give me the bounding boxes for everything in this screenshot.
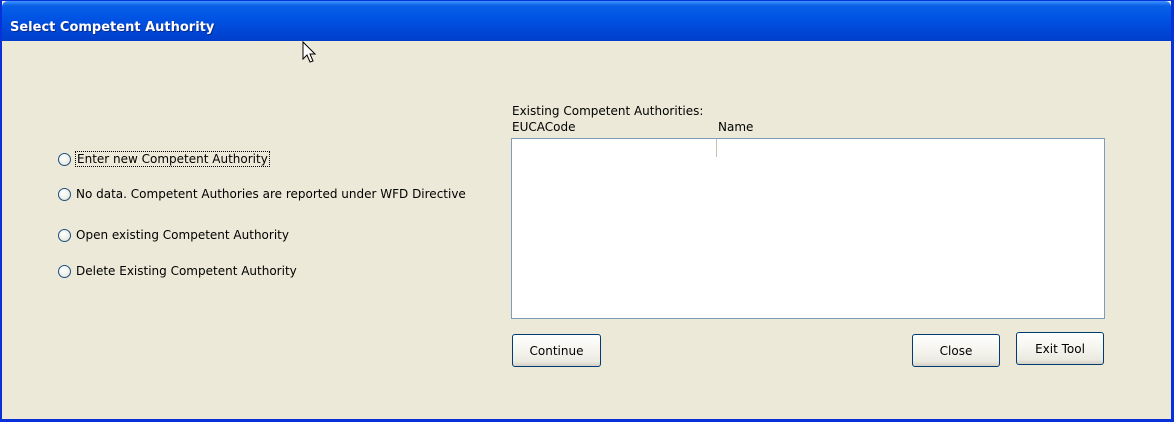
radio-no-data[interactable]: No data. Competent Authories are reporte… [58,187,466,201]
radio-label: Delete Existing Competent Authority [76,264,297,278]
mouse-pointer-icon [302,41,317,63]
list-heading: Existing Competent Authorities: [512,104,704,118]
title-bar[interactable]: Select Competent Authority [2,1,1171,41]
radio-label: Open existing Competent Authority [76,228,289,242]
radio-enter-new[interactable]: Enter new Competent Authority [58,151,270,167]
radio-open-existing[interactable]: Open existing Competent Authority [58,228,289,242]
radio-label: No data. Competent Authories are reporte… [76,187,466,201]
radio-button-icon[interactable] [58,264,71,278]
dialog-window: Select Competent Authority Enter new Com… [0,0,1174,422]
radio-button-icon[interactable] [58,152,71,166]
radio-button-icon[interactable] [58,187,71,201]
close-button[interactable]: Close [912,334,1000,367]
continue-button[interactable]: Continue [512,334,601,367]
window-title: Select Competent Authority [10,20,215,35]
radio-button-icon[interactable] [58,228,71,242]
authorities-list[interactable] [511,138,1105,319]
column-header-eucacode[interactable]: EUCACode [512,120,575,134]
column-divider[interactable] [716,139,717,157]
column-header-name[interactable]: Name [718,120,753,134]
radio-label: Enter new Competent Authority [75,151,270,167]
exit-tool-button[interactable]: Exit Tool [1016,332,1104,365]
radio-delete-existing[interactable]: Delete Existing Competent Authority [58,264,297,278]
